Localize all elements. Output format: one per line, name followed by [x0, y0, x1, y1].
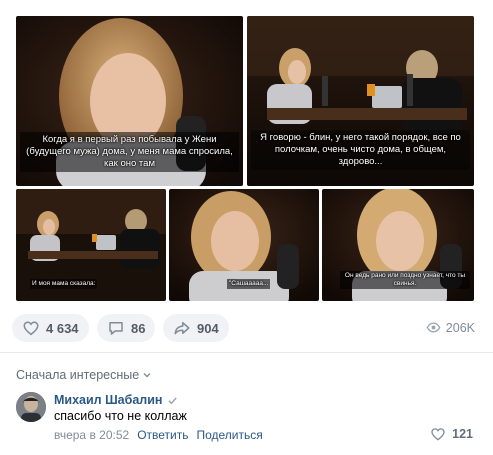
share-link[interactable]: Поделиться: [196, 428, 262, 442]
heart-icon: [23, 321, 39, 336]
views-count: 206K: [445, 320, 475, 335]
divider: [0, 352, 493, 353]
views-counter: 206K: [426, 320, 475, 335]
comment-icon: [109, 322, 123, 335]
comment-text: спасибо что не коллаж: [54, 409, 187, 423]
like-count: 4 634: [46, 320, 79, 336]
photo-2[interactable]: Я говорю - блин, у него такой порядок, в…: [247, 16, 474, 186]
reply-link[interactable]: Ответить: [137, 428, 188, 442]
photo-5[interactable]: Он ведь рано или поздно узнает, что ты с…: [322, 189, 474, 301]
photo-4-caption: "Сашааааа...: [227, 279, 271, 289]
post-actions: 4 634 86 904 206K: [0, 314, 493, 344]
share-count: 904: [197, 320, 219, 336]
eye-icon: [426, 322, 441, 333]
comment-time[interactable]: вчера в 20:52: [54, 428, 129, 442]
photo-gallery: Когда я в первый раз побывала у Жени (бу…: [0, 0, 493, 306]
avatar-image: [16, 392, 46, 422]
comment-like-count: 121: [452, 427, 473, 441]
photo-1[interactable]: Когда я в первый раз побывала у Жени (бу…: [16, 16, 243, 186]
comment-sort-dropdown[interactable]: Сначала интересные: [16, 368, 152, 382]
avatar[interactable]: [16, 392, 46, 422]
checkmark-icon: [168, 396, 178, 404]
comment-meta: вчера в 20:52 Ответить Поделиться: [54, 428, 263, 442]
share-button[interactable]: 904: [163, 314, 229, 342]
comment-count: 86: [131, 320, 146, 336]
share-icon: [174, 322, 190, 335]
photo-5-caption: Он ведь рано или поздно узнает, что ты с…: [340, 271, 470, 289]
photo-2-caption: Я говорю - блин, у него такой порядок, в…: [251, 130, 470, 170]
photo-3[interactable]: И моя мама сказала:: [16, 189, 166, 301]
comment-author[interactable]: Михаил Шабалин: [54, 393, 178, 407]
comment-author-name: Михаил Шабалин: [54, 393, 163, 407]
heart-icon: [431, 428, 445, 441]
chevron-down-icon: [143, 373, 151, 378]
photo-4[interactable]: "Сашааааа...: [169, 189, 319, 301]
photo-1-caption: Когда я в первый раз побывала у Жени (бу…: [20, 132, 239, 172]
comment-like-button[interactable]: 121: [430, 426, 473, 442]
comment-button[interactable]: 86: [97, 314, 156, 342]
like-button[interactable]: 4 634: [12, 314, 89, 342]
photo-3-caption: И моя мама сказала:: [30, 279, 98, 289]
sort-label: Сначала интересные: [16, 368, 140, 382]
